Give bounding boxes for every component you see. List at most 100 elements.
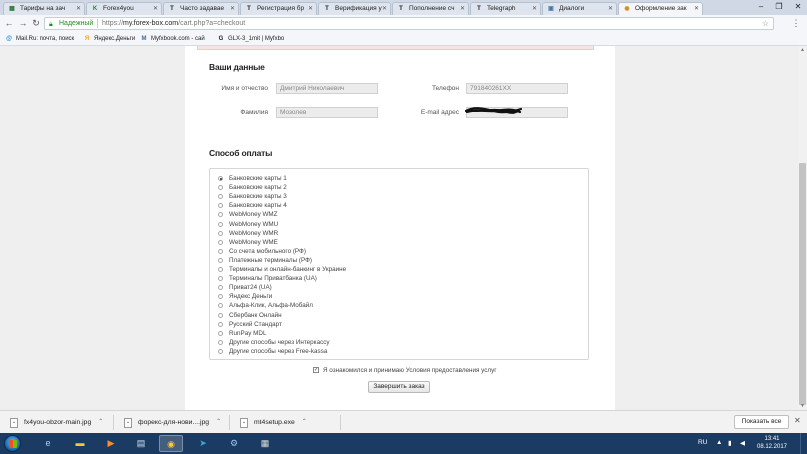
close-downloads-icon[interactable]: ✕ (794, 416, 801, 425)
reload-button[interactable]: ↻ (30, 17, 42, 29)
name-field[interactable]: Дмитрий Николаевич (276, 83, 378, 94)
back-button[interactable]: ← (3, 17, 15, 29)
payment-radio[interactable] (218, 185, 223, 191)
payment-radio[interactable] (218, 294, 223, 300)
bookmark-label: Myfxbook.com - сай (151, 36, 205, 42)
ie-icon[interactable]: e (36, 435, 60, 452)
chrome-icon[interactable]: ◉ (159, 435, 183, 452)
payment-method-label: Терминалы Приватбанка (UA) (229, 275, 317, 283)
tab-close-icon[interactable]: ✕ (532, 3, 537, 15)
language-indicator[interactable]: RU (698, 439, 707, 446)
tab-close-icon[interactable]: ✕ (230, 3, 235, 15)
browser-tab[interactable]: T Часто задавае ✕ (163, 2, 239, 15)
payment-radio[interactable] (218, 230, 223, 236)
bookmark-star-icon[interactable]: ☆ (762, 18, 769, 29)
forward-button[interactable]: → (17, 17, 29, 29)
tab-close-icon[interactable]: ✕ (76, 3, 81, 15)
browser-tab[interactable]: ▣ Диалоги ✕ (542, 2, 617, 15)
terms-label: Я ознакомился и принимаю Условия предост… (323, 367, 497, 374)
media-player-icon[interactable]: ▶ (99, 435, 123, 452)
payment-method-label: Платежные терминалы (РФ) (229, 256, 312, 264)
volume-icon[interactable]: ◀ (740, 439, 745, 447)
yandex-money-icon: Я (84, 36, 90, 42)
browser-tab[interactable]: T Пополнение сч ✕ (392, 2, 469, 15)
payment-radio[interactable] (218, 239, 223, 245)
browser-tab[interactable]: ▦ Тарифы на зач ✕ (3, 2, 85, 15)
chevron-up-icon[interactable]: ⌃ (98, 416, 103, 429)
close-window-button[interactable]: ✕ (789, 0, 807, 15)
explorer-icon[interactable]: ▬ (68, 435, 92, 452)
url-text: https://my.forex-box.com/cart.php?a=chec… (102, 18, 245, 29)
payment-radio[interactable] (218, 257, 223, 263)
tab-close-icon[interactable]: ✕ (460, 3, 465, 15)
scrollbar-thumb[interactable] (799, 163, 806, 405)
chevron-up-icon[interactable]: ⌃ (302, 416, 307, 429)
bookmark-item[interactable]: M Myfxbook.com - сай (140, 34, 205, 44)
browser-menu-button[interactable]: ⋮ (790, 17, 802, 29)
tray-arrow-icon[interactable]: ▲ (716, 439, 722, 446)
payment-radio[interactable] (218, 176, 223, 181)
metatrader-icon[interactable]: ▦ (253, 435, 277, 452)
bookmark-item[interactable]: G GLX-3_1mit | Myfxbo (217, 34, 285, 44)
payment-radio[interactable] (218, 348, 223, 354)
payment-method-label: Со счета мобильного (РФ) (229, 247, 306, 255)
minimize-button[interactable]: – (752, 0, 770, 15)
address-bar[interactable]: 🔒︎ Надежный https://my.forex-box.com/car… (44, 17, 774, 30)
show-desktop-button[interactable] (800, 433, 807, 454)
telegram-icon[interactable]: ➤ (191, 435, 215, 452)
payment-method-label: Русский Стандарт (229, 320, 282, 328)
network-icon[interactable]: ▮ (728, 439, 732, 447)
tab-label: Верификация у (335, 5, 382, 12)
payment-radio[interactable] (218, 194, 223, 200)
payment-radio[interactable] (218, 203, 223, 209)
download-item[interactable]: ▪ fx4you-obzor-main.jpg ⌃ (10, 416, 103, 429)
mailru-icon: @ (6, 36, 12, 42)
payment-radio[interactable] (218, 330, 223, 336)
tab-close-icon[interactable]: ✕ (308, 3, 313, 15)
payment-radio[interactable] (218, 267, 223, 272)
payment-radio[interactable] (218, 248, 223, 254)
payment-radio[interactable] (218, 276, 223, 282)
payment-radio[interactable] (218, 303, 223, 309)
system-clock[interactable]: 13:41 08.12.2017 (752, 436, 792, 451)
bookmark-item[interactable]: Я Яндекс.Деньги (83, 34, 135, 44)
payment-method-label: RunPay MDL (229, 329, 267, 337)
download-item[interactable]: ▪ mt4setup.exe ⌃ (240, 416, 307, 429)
payment-method-label: WebMoney WME (229, 238, 278, 246)
redaction-scribble (465, 107, 522, 114)
payment-radio[interactable] (218, 321, 223, 327)
show-all-downloads-button[interactable]: Показать все (734, 415, 789, 429)
payment-radio[interactable] (218, 339, 223, 345)
chevron-up-icon[interactable]: ⌃ (216, 416, 221, 429)
download-item[interactable]: ▪ форекс-для-нови....jpg ⌃ (124, 416, 221, 429)
payment-radio[interactable] (218, 285, 223, 291)
tab-close-icon[interactable]: ✕ (382, 3, 387, 15)
terms-checkbox[interactable]: ✓ (313, 367, 319, 373)
surname-field[interactable]: Мозолев (276, 107, 378, 118)
folder-icon[interactable]: ▤ (129, 435, 153, 452)
payment-radio[interactable] (218, 312, 223, 318)
phone-field[interactable]: 791840261XX (466, 83, 568, 94)
complete-order-button[interactable]: Завершить заказ (368, 381, 430, 393)
url-path: /cart.php?a=checkout (178, 20, 246, 27)
browser-tab[interactable]: K Forex4you ✕ (86, 2, 162, 15)
tools-icon[interactable]: ⚙ (222, 435, 246, 452)
start-button[interactable] (4, 435, 21, 452)
page-scrollbar[interactable]: ▲ ▼ (798, 46, 807, 410)
browser-tab[interactable]: T Верификация у ✕ (318, 2, 391, 15)
browser-tab[interactable]: T Регистрация бр ✕ (240, 2, 317, 15)
tab-close-icon[interactable]: ✕ (608, 3, 613, 15)
browser-tab[interactable]: ◉ Оформление зак ✕ (618, 2, 703, 15)
scroll-up-arrow-icon[interactable]: ▲ (798, 46, 807, 54)
tab-close-icon[interactable]: ✕ (694, 3, 699, 15)
maximize-button[interactable]: ❐ (770, 0, 788, 15)
payment-radio[interactable] (218, 221, 223, 227)
tab-close-icon[interactable]: ✕ (153, 3, 158, 15)
scroll-down-arrow-icon[interactable]: ▼ (798, 402, 807, 410)
payment-radio[interactable] (218, 212, 223, 218)
browser-tab[interactable]: T Telegraph ✕ (470, 2, 541, 15)
page-icon: ◉ (624, 6, 630, 12)
bookmark-item[interactable]: @ Mail.Ru: почта, поиск (5, 34, 74, 44)
tab-label: Telegraph (487, 5, 516, 12)
page-viewport: Ваши данные Имя и отчество Дмитрий Никол… (0, 46, 807, 410)
